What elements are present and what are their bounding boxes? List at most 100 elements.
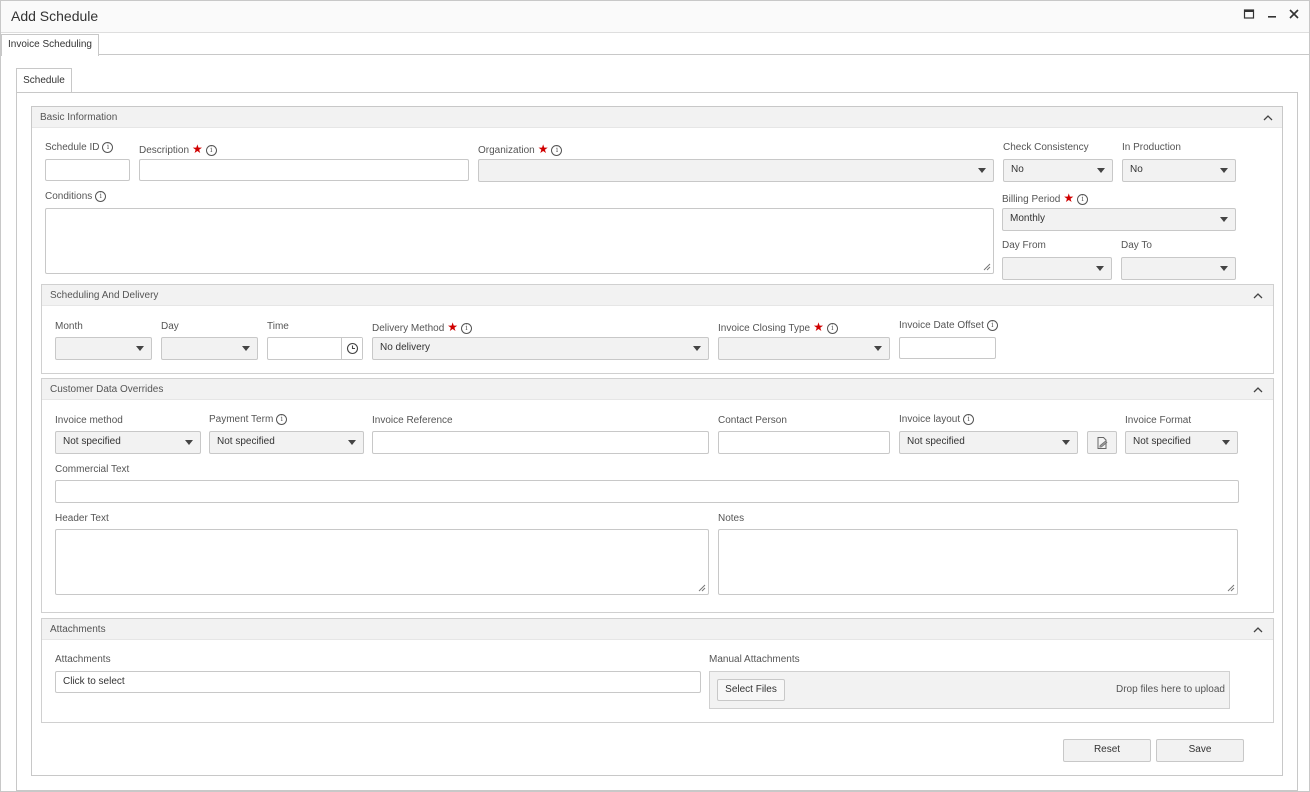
day-to-label: Day To <box>1121 240 1152 251</box>
invoice-format-label: Invoice Format <box>1125 415 1192 426</box>
invoice-layout-label: Invoice layout i <box>899 414 975 425</box>
chevron-down-icon <box>185 440 193 445</box>
tab-strip-line <box>99 54 1309 55</box>
minimize-icon[interactable] <box>1265 8 1279 22</box>
info-icon[interactable]: i <box>551 145 563 156</box>
day-from-select[interactable] <box>1002 257 1112 280</box>
resize-grip-icon[interactable] <box>698 584 706 592</box>
edit-layout-button[interactable] <box>1087 431 1117 454</box>
info-icon[interactable]: i <box>205 145 217 156</box>
day-label: Day <box>161 321 179 332</box>
billing-period-label: Billing Period ★ i <box>1002 191 1089 205</box>
info-icon[interactable]: i <box>826 323 838 334</box>
info-icon[interactable]: i <box>461 323 473 334</box>
invoice-closing-type-select[interactable] <box>718 337 890 360</box>
required-asterisk-icon: ★ <box>192 142 203 156</box>
clock-icon <box>346 342 359 355</box>
chevron-up-icon[interactable] <box>1263 113 1273 123</box>
contact-person-input[interactable] <box>718 431 890 454</box>
delivery-method-label: Delivery Method ★ i <box>372 320 473 334</box>
day-select[interactable] <box>161 337 258 360</box>
resize-grip-icon[interactable] <box>1227 584 1235 592</box>
chevron-down-icon <box>1220 266 1228 271</box>
conditions-label: Conditions i <box>45 191 107 202</box>
chevron-down-icon <box>1097 168 1105 173</box>
selected-value: No <box>1130 164 1143 175</box>
drop-files-hint: Drop files here to upload <box>1116 684 1225 695</box>
notes-label: Notes <box>718 513 745 524</box>
chevron-down-icon <box>1220 217 1228 222</box>
billing-period-select[interactable]: Monthly <box>1002 208 1236 231</box>
section-title: Basic Information <box>40 112 118 123</box>
invoice-reference-label: Invoice Reference <box>372 415 453 426</box>
check-consistency-label: Check Consistency <box>1003 142 1089 153</box>
time-label: Time <box>267 321 289 332</box>
invoice-method-label: Invoice method <box>55 415 123 426</box>
chevron-down-icon <box>874 346 882 351</box>
time-picker-button[interactable] <box>341 338 362 359</box>
required-asterisk-icon: ★ <box>813 320 824 334</box>
required-asterisk-icon: ★ <box>447 320 459 334</box>
invoice-date-offset-label: Invoice Date Offset i <box>899 320 998 331</box>
check-consistency-select[interactable]: No <box>1003 159 1113 182</box>
organization-select[interactable] <box>478 159 994 182</box>
invoice-layout-select[interactable]: Not specified <box>899 431 1078 454</box>
in-production-select[interactable]: No <box>1122 159 1236 182</box>
invoice-format-select[interactable]: Not specified <box>1125 431 1238 454</box>
manual-attachments-label: Manual Attachments <box>709 654 800 665</box>
chevron-up-icon[interactable] <box>1253 291 1263 301</box>
notes-textarea[interactable] <box>718 529 1238 595</box>
reset-button[interactable]: Reset <box>1063 739 1151 762</box>
title-bar <box>1 1 1309 33</box>
chevron-down-icon <box>1222 440 1230 445</box>
maximize-icon[interactable] <box>1242 8 1256 22</box>
info-icon[interactable]: i <box>95 191 107 202</box>
section-header-customer-data-overrides[interactable]: Customer Data Overrides <box>42 379 1273 400</box>
chevron-down-icon <box>1096 266 1104 271</box>
save-button[interactable]: Save <box>1156 739 1244 762</box>
info-icon[interactable]: i <box>963 414 975 425</box>
commercial-text-input[interactable] <box>55 480 1239 503</box>
resize-grip-icon[interactable] <box>983 263 991 271</box>
invoice-method-select[interactable]: Not specified <box>55 431 201 454</box>
conditions-textarea[interactable] <box>45 208 994 274</box>
tab-schedule[interactable]: Schedule <box>16 68 72 92</box>
section-title: Attachments <box>50 624 106 635</box>
header-text-textarea[interactable] <box>55 529 709 595</box>
payment-term-select[interactable]: Not specified <box>209 431 364 454</box>
window-title: Add Schedule <box>11 8 99 24</box>
delivery-method-select[interactable]: No delivery <box>372 337 709 360</box>
info-icon[interactable]: i <box>102 142 114 153</box>
invoice-date-offset-input[interactable] <box>899 337 996 359</box>
selected-value: Monthly <box>1010 213 1046 224</box>
chevron-down-icon <box>978 168 986 173</box>
schedule-id-label: Schedule ID i <box>45 142 114 153</box>
chevron-down-icon <box>348 440 356 445</box>
section-header-basic-information[interactable]: Basic Information <box>32 107 1282 128</box>
day-to-select[interactable] <box>1121 257 1236 280</box>
month-select[interactable] <box>55 337 152 360</box>
organization-label: Organization ★ i <box>478 142 563 156</box>
invoice-closing-type-label: Invoice Closing Type ★ i <box>718 320 838 334</box>
contact-person-label: Contact Person <box>718 415 787 426</box>
chevron-up-icon[interactable] <box>1253 625 1263 635</box>
selected-value: Not specified <box>1133 436 1191 447</box>
chevron-up-icon[interactable] <box>1253 385 1263 395</box>
day-from-label: Day From <box>1002 240 1046 251</box>
info-icon[interactable]: i <box>986 320 998 331</box>
info-icon[interactable]: i <box>276 414 288 425</box>
attachments-picker[interactable]: Click to select <box>55 671 701 693</box>
info-icon[interactable]: i <box>1077 194 1089 205</box>
section-header-scheduling-and-delivery[interactable]: Scheduling And Delivery <box>42 285 1273 306</box>
invoice-reference-input[interactable] <box>372 431 709 454</box>
attachments-placeholder: Click to select <box>63 676 125 687</box>
payment-term-label: Payment Term i <box>209 414 288 425</box>
selected-value: Not specified <box>63 436 121 447</box>
select-files-button[interactable]: Select Files <box>717 679 785 701</box>
section-header-attachments[interactable]: Attachments <box>42 619 1273 640</box>
close-icon[interactable] <box>1287 8 1301 22</box>
tab-invoice-scheduling[interactable]: Invoice Scheduling <box>1 34 99 56</box>
chevron-down-icon <box>1220 168 1228 173</box>
schedule-id-input[interactable] <box>45 159 130 181</box>
description-input[interactable] <box>139 159 469 181</box>
